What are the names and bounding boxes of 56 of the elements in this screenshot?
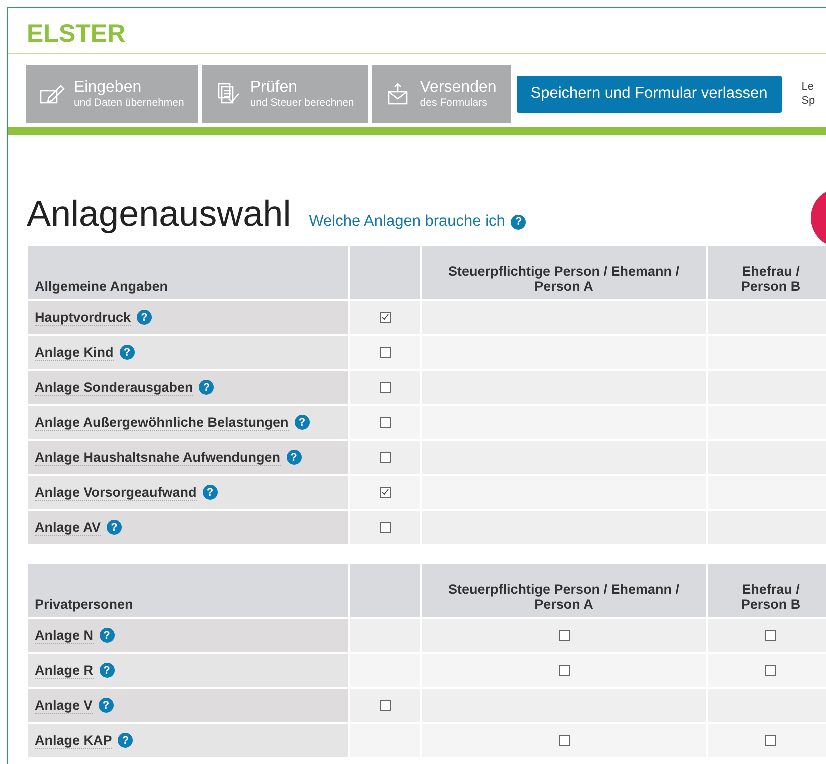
help-icon[interactable]: ? [118, 733, 134, 748]
checkbox[interactable] [765, 630, 776, 641]
help-icon[interactable]: ? [120, 345, 135, 360]
header-cell [350, 564, 420, 617]
column-header: Ehefrau / Person B [740, 582, 802, 612]
help-icon[interactable]: ? [199, 380, 214, 395]
column-header: Steuerpflichtige Person / Ehemann / Person A [422, 564, 706, 617]
checkbox[interactable] [765, 734, 776, 746]
form-label[interactable]: Anlage AV [35, 520, 102, 536]
checkbox[interactable] [765, 664, 776, 676]
checkbox[interactable] [380, 700, 390, 711]
header-cell [350, 246, 420, 299]
side-text: Le [802, 80, 815, 94]
checkbox[interactable] [380, 312, 390, 323]
form-label[interactable]: Anlage Kind [35, 344, 114, 360]
help-icon[interactable]: ? [100, 663, 115, 678]
checkbox[interactable] [380, 522, 390, 533]
step-button[interactable]: Prüfen und Steuer berechnen [202, 65, 368, 123]
form-label[interactable]: Anlage Sonderausgaben [35, 380, 194, 396]
save-button[interactable]: Speichern und Formular verlassen [516, 76, 782, 112]
help-icon[interactable]: ? [294, 415, 310, 430]
help-icon[interactable]: ? [202, 485, 218, 500]
step-button[interactable]: Versenden des Formulars [372, 65, 511, 123]
column-header: Steuerpflichtige Person / Ehemann / Person A [422, 246, 706, 299]
column-header: Allgemeine Angaben [28, 246, 348, 299]
checkbox[interactable] [380, 416, 390, 428]
form-label[interactable]: Anlage Vorsorgeaufwand [35, 484, 197, 500]
brand-logo: ELSTER [8, 8, 826, 54]
help-link[interactable]: Welche Anlagen brauche ich [309, 213, 506, 231]
column-header: Ehefrau / Person B [740, 264, 802, 294]
form-label[interactable]: Anlage Haushaltsnahe Aufwendungen [35, 450, 281, 466]
form-label[interactable]: Anlage N [35, 628, 94, 644]
form-label[interactable]: Anlage V [35, 698, 93, 714]
help-icon[interactable]: ? [100, 628, 115, 643]
checkbox[interactable] [558, 734, 570, 746]
pencil-icon [40, 83, 66, 105]
checkbox[interactable] [380, 346, 390, 358]
form-label[interactable]: Hauptvordruck [35, 310, 132, 326]
form-label[interactable]: Anlage KAP [35, 732, 112, 748]
checkbox[interactable] [380, 486, 390, 498]
checkbox[interactable] [380, 382, 390, 393]
help-icon[interactable]: ? [107, 520, 122, 535]
checkbox[interactable] [380, 452, 390, 463]
checkbox[interactable] [558, 664, 570, 676]
help-icon[interactable]: ? [511, 214, 526, 230]
page-title: Anlagenauswahl [27, 193, 292, 235]
checkbox[interactable] [558, 630, 570, 641]
form-label[interactable]: Anlage R [35, 662, 94, 678]
form-label[interactable]: Anlage Außergewöhnliche Belastungen [35, 414, 289, 430]
documents-check-icon [216, 83, 242, 105]
help-icon[interactable]: ? [98, 698, 114, 713]
help-icon[interactable]: ? [137, 310, 152, 325]
side-text: Sp [802, 94, 816, 108]
column-header: Privatpersonen [28, 564, 348, 617]
step-button[interactable]: Eingeben und Daten übernehmen [26, 65, 198, 123]
help-icon[interactable]: ? [286, 450, 302, 465]
